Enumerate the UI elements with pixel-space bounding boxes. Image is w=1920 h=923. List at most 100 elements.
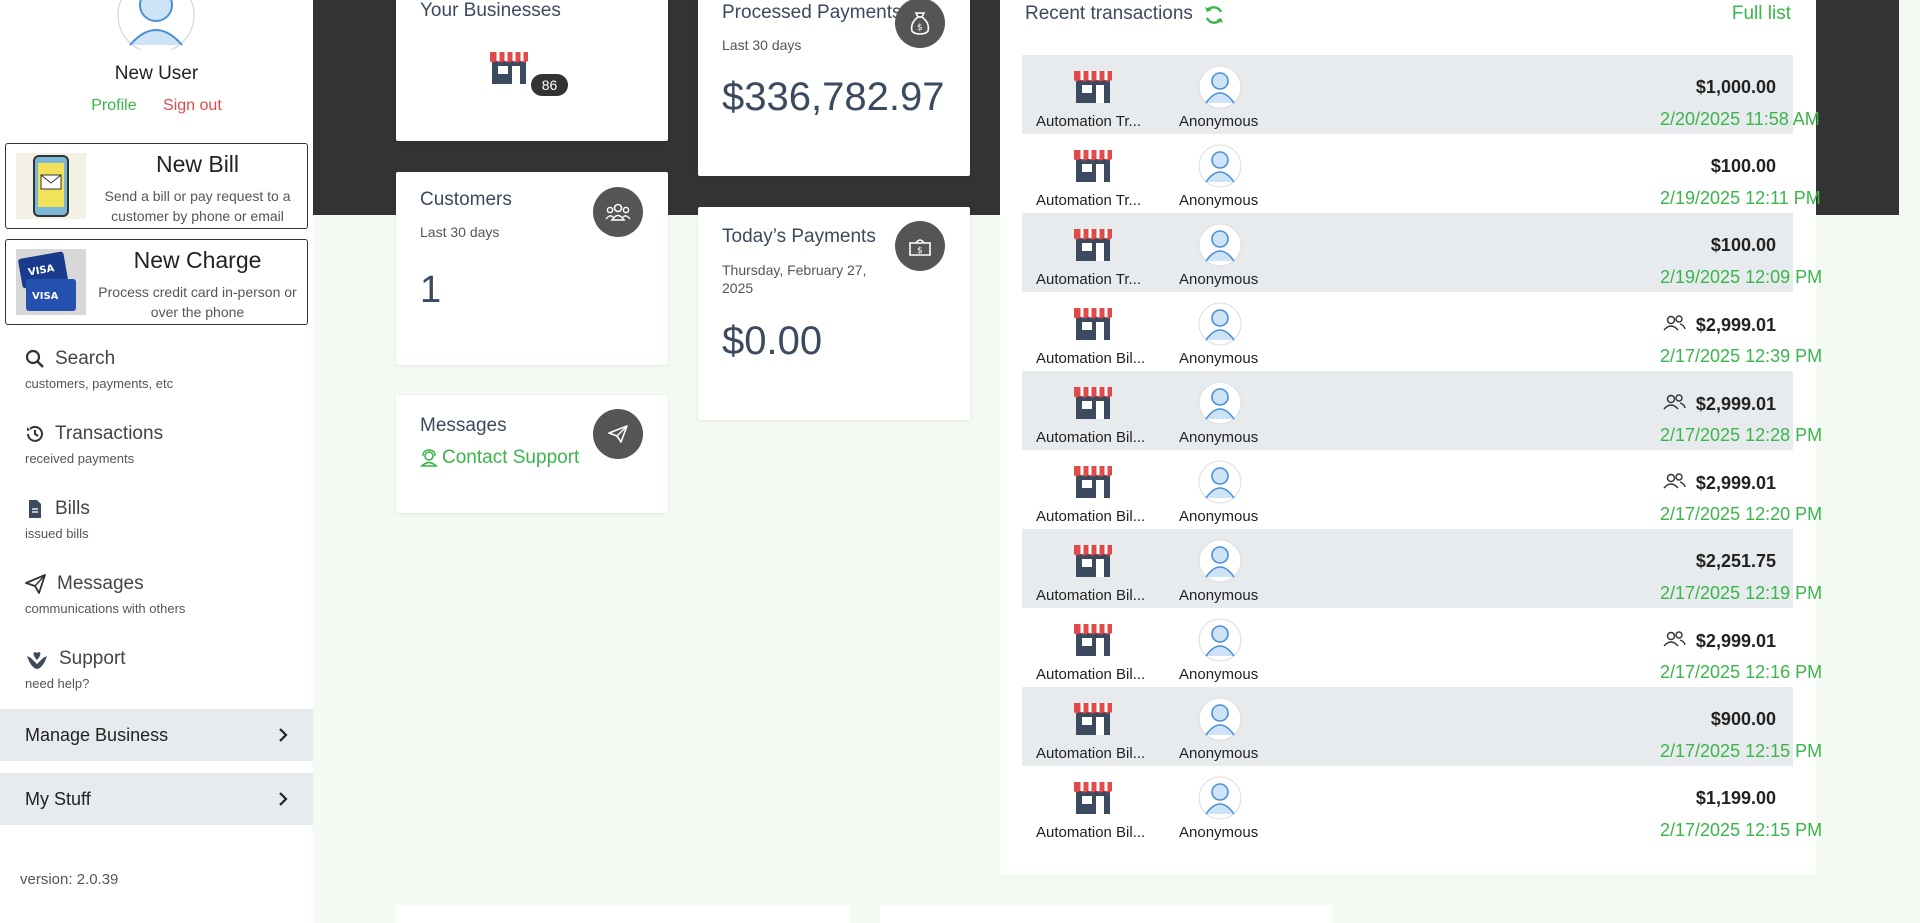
nav-search[interactable]: Search customers, payments, etc (25, 348, 295, 391)
transaction-merchant: Automation Bil... (1036, 429, 1146, 446)
transaction-row[interactable]: Automation Bil... Anonymous $2,251.75 2/17/… (1022, 529, 1822, 608)
transaction-merchant: Automation Bil... (1036, 350, 1146, 367)
user-avatar-icon (117, 0, 195, 54)
customer-avatar-icon (1198, 302, 1242, 351)
transaction-amount-wrap: $2,999.01 (1662, 393, 1776, 416)
transaction-customer: Anonymous (1179, 508, 1259, 525)
transaction-amount-wrap: $2,999.01 (1662, 314, 1776, 337)
transaction-amount: $2,999.01 (1695, 631, 1776, 651)
transaction-row[interactable]: Automation Bil... Anonymous $900.00 2/17/20… (1022, 687, 1822, 766)
customer-avatar-icon (1198, 65, 1242, 114)
phone-mail-icon (16, 153, 86, 219)
app-version: version: 2.0.39 (20, 871, 119, 888)
recent-transactions-panel: Recent transactions Full list Automation… (1000, 0, 1822, 875)
transaction-row[interactable]: Automation Bil... Anonymous $2,999.01 2/17/… (1022, 450, 1822, 529)
customers-title: Customers (420, 189, 512, 210)
user-avatar[interactable] (116, 0, 196, 54)
transaction-row[interactable]: Automation Tr... Anonymous $100.00 2/19/202… (1022, 213, 1822, 292)
full-list-link[interactable]: Full list (1732, 3, 1791, 25)
messages-card[interactable]: Messages Contact Support (396, 395, 668, 513)
todays-payments-title: Today’s Payments (722, 226, 876, 247)
transaction-customer: Anonymous (1179, 271, 1259, 288)
transaction-row[interactable]: Automation Tr... Anonymous $1,000.00 2/20/2… (1022, 55, 1820, 134)
store-icon (1072, 620, 1114, 663)
store-icon (1072, 304, 1114, 347)
manage-business-button[interactable]: Manage Business (0, 709, 313, 761)
businesses-card[interactable]: Your Businesses 86 (396, 0, 668, 141)
businesses-count-badge: 86 (531, 74, 568, 96)
transaction-merchant: Automation Bil... (1036, 745, 1146, 762)
processed-payments-card[interactable]: Processed Payments Last 30 days $336,782… (698, 0, 970, 176)
store-icon (1072, 699, 1114, 742)
my-stuff-button[interactable]: My Stuff (0, 773, 313, 825)
transaction-date: 2/17/2025 12:15 PM (1660, 741, 1823, 761)
new-bill-title: New Bill (155, 151, 240, 177)
nav-transactions[interactable]: Transactions received payments (25, 423, 295, 466)
customer-avatar-icon (1198, 697, 1242, 746)
transaction-amount: $2,251.75 (1695, 551, 1776, 571)
sign-out-link[interactable]: Sign out (163, 97, 222, 114)
transaction-customer: Anonymous (1179, 745, 1259, 762)
transaction-date: 2/17/2025 12:28 PM (1660, 425, 1823, 445)
transaction-row[interactable]: Automation Bil... Anonymous $2,999.01 2/17/… (1022, 371, 1822, 450)
support-hands-icon (27, 652, 47, 669)
store-icon (1072, 67, 1114, 110)
contact-support-link[interactable]: Contact Support (420, 447, 579, 469)
nav-messages[interactable]: Messages communications with others (25, 573, 295, 616)
transaction-date: 2/20/2025 11:58 AM (1660, 109, 1820, 129)
nav-messages-label: Messages (57, 573, 144, 594)
profile-link[interactable]: Profile (91, 97, 136, 114)
nav-transactions-sub: received payments (25, 451, 135, 466)
transaction-amount: $1,000.00 (1695, 77, 1776, 97)
my-stuff-label: My Stuff (25, 788, 91, 809)
transaction-amount-wrap: $900.00 (1711, 709, 1776, 730)
money-box-icon: $ (895, 221, 945, 271)
sidebar: New User Profile Sign out New Bill Send … (0, 0, 313, 923)
transaction-date: 2/19/2025 12:11 PM (1660, 188, 1821, 208)
customers-card[interactable]: Customers Last 30 days 1 (396, 172, 668, 365)
nav-support[interactable]: Support need help? (25, 648, 295, 691)
money-bag-icon: $ (895, 0, 945, 48)
todays-payments-date: Thursday, February 27, 2025 (722, 262, 867, 296)
credit-cards-icon: VISA VISA (16, 249, 86, 315)
store-icon (1072, 462, 1114, 505)
nav-search-label: Search (55, 348, 116, 369)
customer-avatar-icon (1198, 618, 1242, 667)
store-icon (1072, 225, 1114, 268)
customers-group-icon (593, 187, 643, 237)
transaction-row[interactable]: Automation Bil... Anonymous $1,199.00 2/17/… (1022, 766, 1822, 845)
store-icon (1072, 383, 1114, 426)
nav-bills[interactable]: Bills issued bills (25, 498, 295, 541)
chevron-right-icon (279, 728, 288, 742)
todays-payments-card[interactable]: Today’s Payments Thursday, February 27, … (698, 207, 970, 420)
contact-support-label: Contact Support (442, 447, 580, 468)
transaction-row[interactable]: Automation Bil... Anonymous $2,999.01 2/17/… (1022, 608, 1822, 687)
new-charge-button[interactable]: VISA VISA New Charge Process credit card… (5, 239, 308, 325)
transaction-amount-wrap: $100.00 (1711, 156, 1776, 177)
customer-avatar-icon (1198, 381, 1242, 430)
manage-business-label: Manage Business (25, 724, 169, 745)
transaction-row[interactable]: Automation Tr... Anonymous $100.00 2/19/202… (1022, 134, 1821, 213)
new-bill-button[interactable]: New Bill Send a bill or pay request to a… (5, 143, 308, 229)
transaction-date: 2/19/2025 12:09 PM (1660, 267, 1823, 287)
nav-bills-label: Bills (55, 498, 90, 519)
customers-sub: Last 30 days (420, 224, 500, 240)
refresh-icon[interactable] (1203, 4, 1225, 26)
svg-text:VISA: VISA (32, 291, 59, 302)
businesses-title: Your Businesses (420, 0, 561, 21)
new-charge-desc: Process credit card in-person or over th… (98, 284, 297, 320)
customers-value: 1 (420, 269, 442, 311)
nav-support-sub: need help? (25, 676, 90, 691)
transaction-amount: $900.00 (1710, 709, 1776, 729)
transaction-row[interactable]: Automation Bil... Anonymous $2,999.01 2/17/… (1022, 292, 1822, 371)
transaction-merchant: Automation Bil... (1036, 587, 1146, 604)
chevron-right-icon (279, 792, 288, 806)
transaction-customer: Anonymous (1179, 113, 1259, 130)
document-icon (29, 500, 41, 518)
send-message-icon[interactable] (593, 409, 643, 459)
group-icon (1662, 630, 1696, 653)
svg-text:$: $ (917, 23, 923, 33)
customer-avatar-icon (1198, 223, 1242, 272)
transaction-amount-wrap: $2,999.01 (1662, 472, 1776, 495)
messages-card-title: Messages (420, 415, 507, 436)
